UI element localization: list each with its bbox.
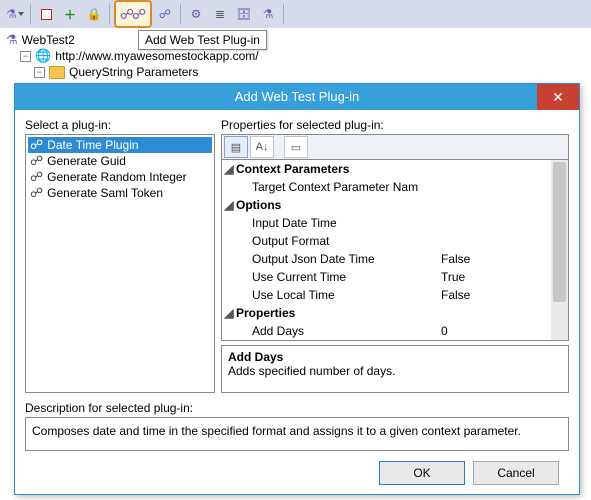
plugin-item-icon: ☍ [30, 153, 43, 169]
plugin-item-label: Generate Random Integer [47, 170, 186, 184]
dialog-titlebar: Add Web Test Plug-in ✕ [15, 84, 579, 110]
flask-icon: ⚗ [6, 7, 17, 21]
tool-button-4[interactable]: ⚗ [257, 3, 279, 25]
prop-key[interactable]: Use Local Time [236, 288, 441, 302]
flask-dropdown-button[interactable]: ⚗ [4, 3, 26, 25]
plugin-item-guid[interactable]: ☍ Generate Guid [28, 153, 212, 169]
property-help: Add Days Adds specified number of days. [221, 345, 569, 393]
plugin-icon-2: ☍ [132, 6, 146, 23]
dialog-body: Select a plug-in: ☍ Date Time Plugin ☍ G… [15, 110, 579, 497]
toolbar-separator [283, 4, 284, 24]
help-desc: Adds specified number of days. [228, 364, 562, 378]
prop-key[interactable]: Target Context Parameter Nam [236, 180, 441, 194]
record-icon [41, 9, 52, 20]
close-button[interactable]: ✕ [537, 84, 579, 110]
tooltip: Add Web Test Plug-in [138, 30, 267, 50]
tree-qsp-node[interactable]: − QueryString Parameters [6, 64, 585, 80]
cancel-button[interactable]: Cancel [473, 461, 559, 485]
description-box: Composes date and time in the specified … [25, 417, 569, 451]
tool-button-2[interactable]: ≣ [209, 3, 231, 25]
tool-button-3[interactable]: 🗄 [233, 3, 255, 25]
categorized-icon: ▤ [231, 141, 241, 154]
main-toolbar: ⚗ ＋ 🔒 ☍ ☍ ☍ ⚙ ≣ 🗄 ⚗ Add Web Test Plug-in [0, 0, 591, 28]
globe-icon: 🌐 [35, 48, 51, 64]
record-button[interactable] [35, 3, 57, 25]
ok-button[interactable]: OK [379, 461, 465, 485]
plugin-item-icon: ☍ [30, 185, 43, 201]
plugin-item-label: Date Time Plugin [47, 138, 138, 152]
prop-value[interactable]: 0 [441, 324, 551, 338]
plugin-item-icon: ☍ [30, 137, 43, 153]
collapse-icon[interactable]: ◢ [222, 198, 236, 212]
tree-url-node[interactable]: − 🌐 http://www.myawesomestockapp.com/ [6, 48, 585, 64]
propertygrid-scrollbar[interactable] [551, 160, 568, 340]
add-webtest-plugin-dialog: Add Web Test Plug-in ✕ Select a plug-in:… [14, 83, 580, 495]
plugin-item-icon: ☍ [30, 169, 43, 185]
list-icon: ≣ [215, 7, 225, 21]
prop-key[interactable]: Output Json Date Time [236, 252, 441, 266]
toolbar-separator [30, 4, 31, 24]
lock-button[interactable]: 🔒 [83, 3, 105, 25]
tree-root-label: WebTest2 [22, 33, 75, 47]
help-name: Add Days [228, 350, 562, 364]
prop-key[interactable]: Input Date Time [236, 216, 441, 230]
tree-qsp-label: QueryString Parameters [69, 65, 198, 79]
toolbar-separator [109, 4, 110, 24]
webtest-icon: ⚗ [6, 32, 18, 48]
plugin-item-label: Generate Saml Token [47, 186, 163, 200]
tree-root[interactable]: ⚗ WebTest2 [6, 32, 585, 48]
prop-value[interactable]: False [441, 288, 551, 302]
select-plugin-label: Select a plug-in: [25, 118, 215, 132]
dialog-buttons: OK Cancel [25, 451, 569, 497]
categorized-button[interactable]: ▤ [224, 136, 248, 158]
add-webtest-plugin-button[interactable]: ☍ ☍ [114, 0, 152, 28]
scrollbar-thumb[interactable] [553, 162, 566, 302]
add-button[interactable]: ＋ [59, 3, 81, 25]
prop-value[interactable]: True [441, 270, 551, 284]
plugin-item-datetime[interactable]: ☍ Date Time Plugin [28, 137, 212, 153]
alphabetical-button[interactable]: A↓ [250, 136, 274, 158]
request-plugin-button[interactable]: ☍ [154, 3, 176, 25]
description-label: Description for selected plug-in: [25, 401, 569, 415]
plus-icon: ＋ [64, 6, 76, 23]
sort-az-icon: A↓ [256, 141, 269, 153]
lock-icon: 🔒 [87, 7, 102, 21]
prop-value[interactable]: False [441, 252, 551, 266]
plugin-item-random-int[interactable]: ☍ Generate Random Integer [28, 169, 212, 185]
collapse-icon[interactable]: − [20, 51, 31, 62]
collapse-icon[interactable]: ◢ [222, 162, 236, 176]
collapse-icon[interactable]: − [34, 67, 45, 78]
property-grid[interactable]: ◢Context Parameters Target Context Param… [221, 159, 569, 341]
settings-icon: ⚙ [191, 7, 202, 21]
close-icon: ✕ [552, 89, 564, 105]
prop-category: Properties [236, 306, 551, 320]
prop-category: Options [236, 198, 551, 212]
plugin-item-label: Generate Guid [47, 154, 126, 168]
tree-url-label: http://www.myawesomestockapp.com/ [55, 49, 258, 63]
props-label: Properties for selected plug-in: [221, 118, 569, 132]
toolbar-separator [180, 4, 181, 24]
prop-key[interactable]: Output Format [236, 234, 441, 248]
prop-category: Context Parameters [236, 162, 551, 176]
prop-key[interactable]: Use Current Time [236, 270, 441, 284]
plugin-list[interactable]: ☍ Date Time Plugin ☍ Generate Guid ☍ Gen… [25, 134, 215, 393]
dialog-title: Add Web Test Plug-in [235, 89, 360, 104]
datasource-icon: 🗄 [236, 7, 251, 21]
collapse-icon[interactable]: ◢ [222, 306, 236, 320]
prop-key[interactable]: Add Days [236, 324, 441, 338]
tool-button-1[interactable]: ⚙ [185, 3, 207, 25]
propertygrid-toolbar: ▤ A↓ ▭ [221, 134, 569, 159]
request-plugin-icon: ☍ [159, 7, 171, 21]
folder-icon [49, 66, 65, 79]
pages-icon: ▭ [291, 141, 301, 154]
plugin-item-saml[interactable]: ☍ Generate Saml Token [28, 185, 212, 201]
property-pages-button[interactable]: ▭ [284, 136, 308, 158]
flask2-icon: ⚗ [263, 7, 274, 21]
